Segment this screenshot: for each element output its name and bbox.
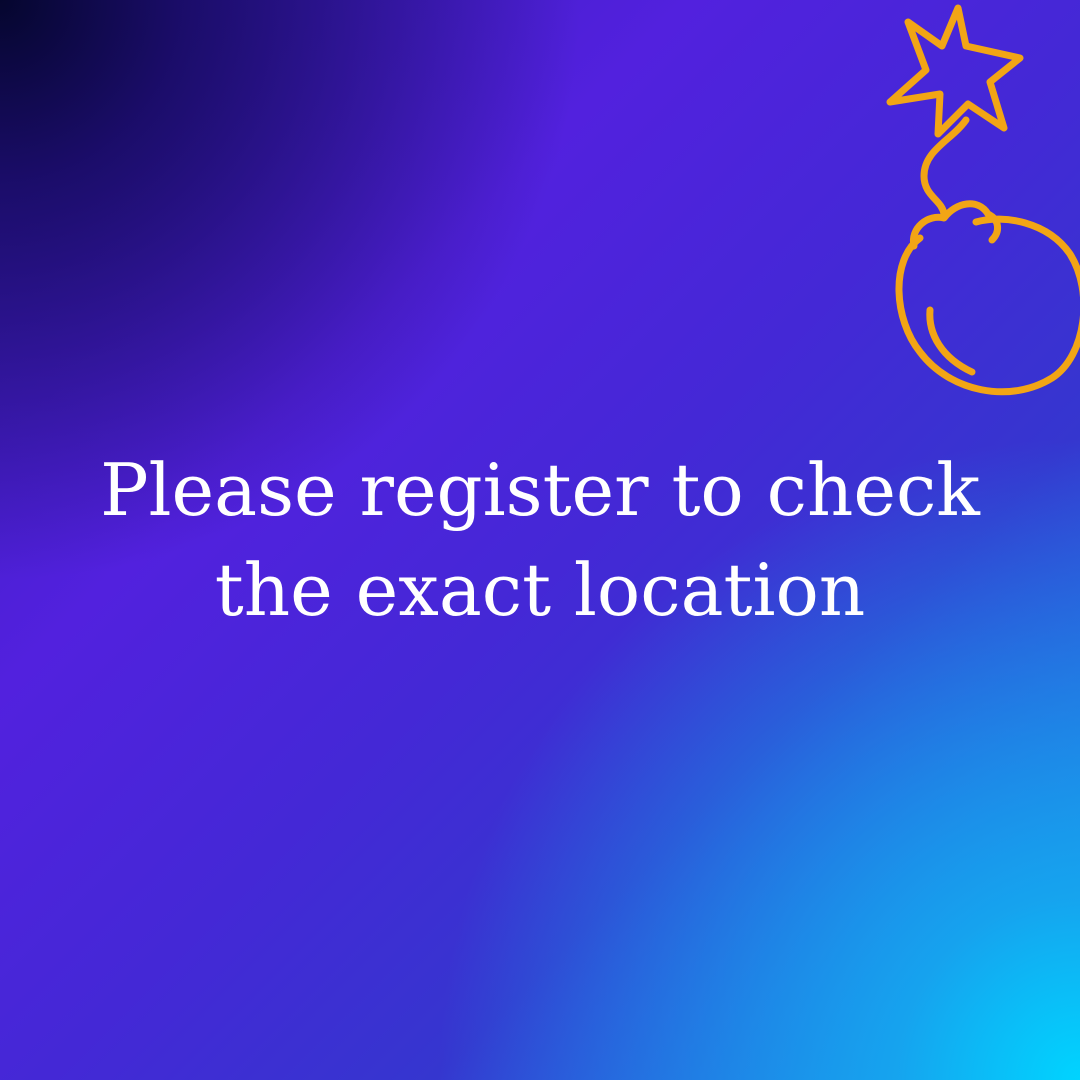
message-line-1: Please register to check	[100, 448, 980, 532]
register-message: Please register to check the exact locat…	[0, 440, 1080, 640]
bomb-icon	[886, 4, 1080, 396]
message-line-2: the exact location	[214, 548, 866, 632]
background-canvas: Please register to check the exact locat…	[0, 0, 1080, 1080]
